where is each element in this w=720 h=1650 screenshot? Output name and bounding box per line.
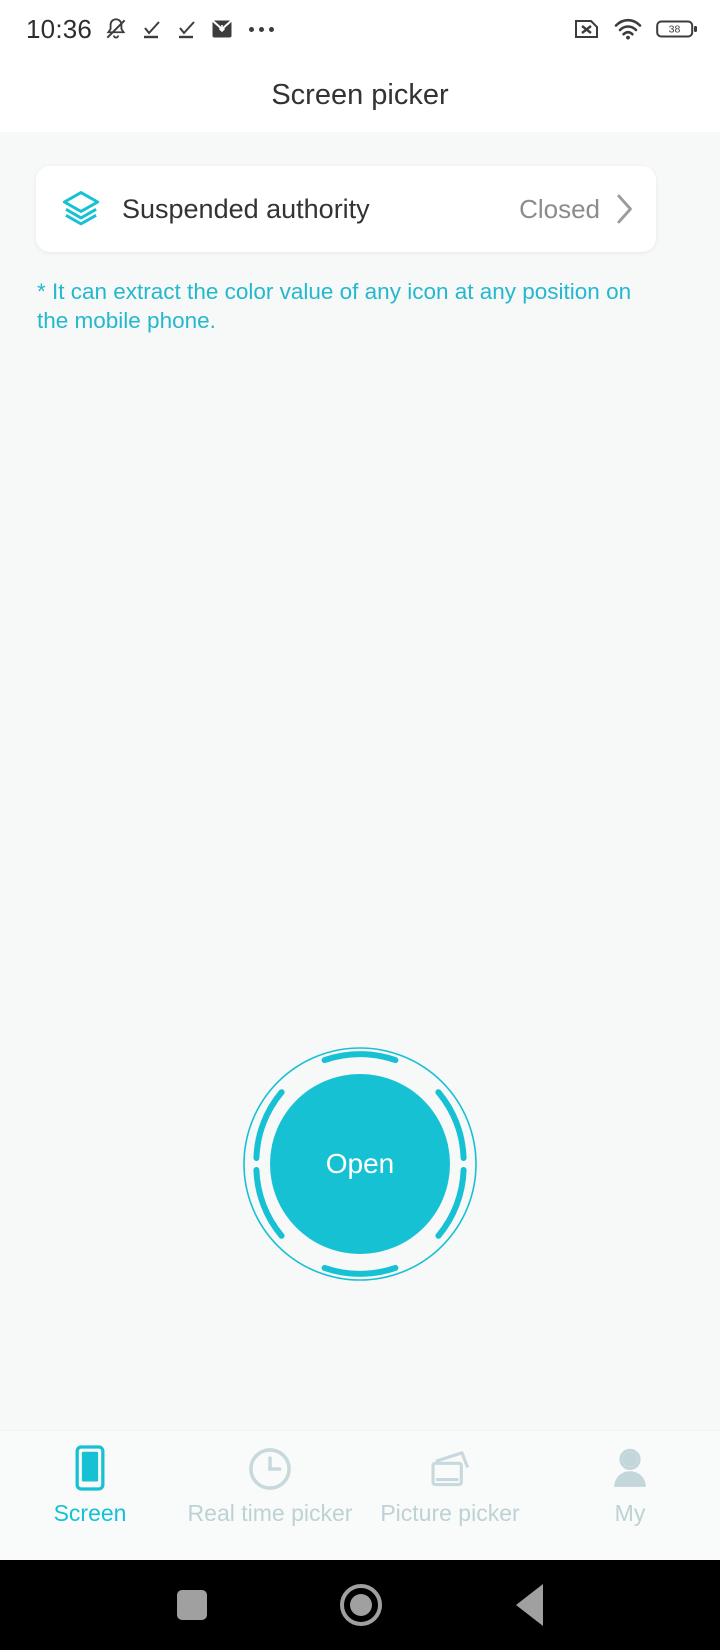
wifi-icon	[614, 18, 642, 40]
bottom-tab-bar: Screen Real time picker Picture picker M…	[0, 1430, 720, 1560]
page-title: Screen picker	[271, 78, 449, 111]
checkmark-icon	[144, 21, 160, 39]
more-dots-icon	[249, 26, 275, 32]
phone-screen-icon	[70, 1445, 110, 1491]
open-button[interactable]: Open	[242, 1046, 478, 1282]
mail-download-icon	[212, 20, 232, 38]
app-header: Screen picker	[0, 58, 720, 132]
circle-icon[interactable]	[340, 1584, 383, 1626]
suspended-authority-status: Closed	[519, 193, 600, 224]
square-icon[interactable]	[176, 1590, 207, 1620]
tab-my[interactable]: My	[540, 1445, 720, 1527]
app-screen: 10:36 38 Screen picker Suspended authori…	[0, 0, 720, 1650]
triangle-left-icon[interactable]	[516, 1584, 544, 1626]
android-system-nav	[0, 1560, 720, 1650]
main-content: Suspended authority Closed * It can extr…	[0, 132, 720, 1430]
layers-icon	[60, 188, 102, 230]
battery-icon: 38	[656, 20, 697, 38]
open-button-label: Open	[325, 1148, 395, 1179]
suspended-authority-label: Suspended authority	[122, 193, 370, 224]
bell-mute-icon	[106, 18, 126, 39]
checkmark-icon	[179, 21, 195, 39]
suspended-authority-row[interactable]: Suspended authority Closed	[36, 166, 656, 252]
tab-real-time-picker-label: Real time picker	[187, 1500, 353, 1526]
clock-icon	[248, 1445, 292, 1491]
tab-picture-picker-label: Picture picker	[380, 1500, 520, 1526]
hint-text: * It can extract the color value of any …	[37, 279, 632, 333]
status-bar-right: 38	[573, 17, 698, 41]
battery-level-text: 38	[669, 24, 681, 36]
tab-screen-label: Screen	[53, 1500, 127, 1526]
chevron-right-icon	[617, 194, 632, 224]
tab-real-time-picker[interactable]: Real time picker	[180, 1445, 360, 1527]
sim-card-x-icon	[575, 20, 598, 38]
tab-my-label: My	[614, 1500, 646, 1526]
status-bar: 10:36 38	[0, 0, 720, 58]
open-button-core[interactable]: Open	[270, 1074, 450, 1254]
pictures-icon	[426, 1445, 474, 1491]
tab-screen[interactable]: Screen	[0, 1445, 180, 1527]
person-icon	[609, 1445, 651, 1491]
status-bar-clock: 10:36	[26, 13, 93, 44]
status-bar-left: 10:36	[26, 13, 275, 45]
tab-picture-picker[interactable]: Picture picker	[360, 1445, 540, 1527]
